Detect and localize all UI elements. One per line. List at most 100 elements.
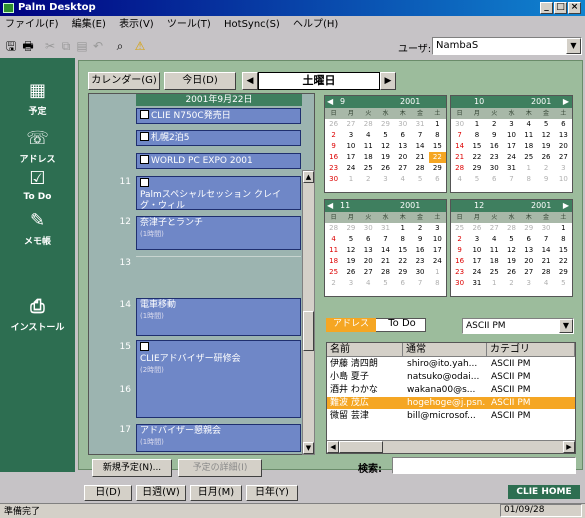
day-cell[interactable]: 21	[377, 256, 394, 267]
day-cell[interactable]: 29	[555, 267, 572, 278]
day-cell[interactable]: 9	[325, 141, 342, 152]
clie-home-logo[interactable]: CLIE HOME	[508, 485, 580, 499]
day-cell[interactable]: 5	[537, 119, 554, 130]
next-month-icon[interactable]: ▶	[563, 200, 569, 212]
day-cell[interactable]: 5	[342, 234, 359, 245]
day-cell[interactable]: 18	[360, 152, 377, 163]
day-cell[interactable]: 12	[342, 245, 359, 256]
day-cell[interactable]: 10	[468, 245, 485, 256]
day-cell[interactable]: 7	[537, 234, 554, 245]
prev-day-button[interactable]: ◀	[242, 72, 258, 90]
day-cell[interactable]: 9	[451, 245, 468, 256]
day-cell[interactable]: 10	[429, 234, 446, 245]
day-cell[interactable]: 2	[537, 163, 554, 174]
day-cell[interactable]: 26	[377, 163, 394, 174]
day-cell[interactable]: 6	[520, 234, 537, 245]
day-cell[interactable]: 9	[411, 234, 428, 245]
day-cell[interactable]: 23	[325, 163, 342, 174]
day-cell[interactable]: 13	[555, 130, 572, 141]
day-cell[interactable]: 14	[411, 141, 428, 152]
day-cell[interactable]: 17	[342, 152, 359, 163]
day-cell[interactable]: 18	[325, 256, 342, 267]
day-cell[interactable]: 27	[555, 152, 572, 163]
tab-month-view[interactable]: 日月(M)	[190, 485, 242, 501]
day-cell[interactable]: 27	[342, 119, 359, 130]
event-details-button[interactable]: 予定の詳細(I)	[178, 459, 262, 477]
menu-help[interactable]: ヘルプ(H)	[288, 16, 343, 34]
day-cell[interactable]: 26	[537, 152, 554, 163]
day-cell[interactable]: 1	[342, 174, 359, 185]
paste-icon[interactable]: ▤	[74, 38, 90, 54]
day-cell[interactable]: 1	[486, 278, 503, 289]
day-cell[interactable]: 8	[429, 278, 446, 289]
day-cell[interactable]: 21	[411, 152, 428, 163]
day-cell[interactable]: 1	[468, 119, 485, 130]
menu-file[interactable]: ファイル(F)	[0, 16, 64, 34]
close-button[interactable]: ×	[568, 2, 581, 14]
day-cell[interactable]: 4	[520, 119, 537, 130]
day-cell[interactable]: 7	[411, 278, 428, 289]
find-icon[interactable]: ⌕	[112, 38, 128, 54]
scroll-right-icon[interactable]: ▶	[563, 441, 575, 453]
day-cell[interactable]: 23	[411, 256, 428, 267]
user-select[interactable]: NambaS ▼	[432, 37, 582, 55]
day-cell[interactable]: 15	[429, 141, 446, 152]
day-cell[interactable]: 16	[486, 141, 503, 152]
day-cell[interactable]: 23	[451, 267, 468, 278]
day-cell[interactable]: 22	[468, 152, 485, 163]
day-cell[interactable]: 2	[503, 278, 520, 289]
day-cell[interactable]: 26	[342, 267, 359, 278]
day-cell[interactable]: 29	[429, 163, 446, 174]
day-cell[interactable]: 13	[394, 141, 411, 152]
alarm-icon[interactable]: ⚠	[132, 38, 148, 54]
day-cell[interactable]: 27	[520, 267, 537, 278]
day-cell[interactable]: 28	[360, 119, 377, 130]
day-cell[interactable]: 2	[360, 174, 377, 185]
day-cell[interactable]: 24	[342, 163, 359, 174]
day-cell[interactable]: 27	[360, 267, 377, 278]
day-cell[interactable]: 30	[325, 174, 342, 185]
prev-month-icon[interactable]: ◀	[327, 200, 333, 212]
day-cell[interactable]: 1	[555, 223, 572, 234]
scroll-left-icon[interactable]: ◀	[327, 441, 339, 453]
day-cell[interactable]: 30	[451, 278, 468, 289]
day-cell[interactable]: 30	[451, 119, 468, 130]
day-cell[interactable]: 27	[394, 163, 411, 174]
column-header-contact[interactable]: 通常	[403, 343, 487, 357]
day-cell[interactable]: 4	[360, 278, 377, 289]
day-cell[interactable]: 8	[394, 234, 411, 245]
day-cell[interactable]: 8	[429, 130, 446, 141]
day-cell[interactable]: 14	[451, 141, 468, 152]
day-cell[interactable]: 28	[451, 163, 468, 174]
day-cell[interactable]: 30	[411, 267, 428, 278]
menu-edit[interactable]: 編集(E)	[67, 16, 111, 34]
menu-view[interactable]: 表示(V)	[114, 16, 159, 34]
day-cell[interactable]: 7	[451, 130, 468, 141]
month-oct[interactable]: 10 2001 ▶ 日月火水木金土 30 1 2 3 4 5 6 7 8 9 10 11 12 13 14 15 16…	[450, 95, 573, 193]
day-cell[interactable]: 30	[486, 163, 503, 174]
search-input[interactable]	[392, 457, 576, 474]
day-cell[interactable]: 6	[429, 174, 446, 185]
day-cell[interactable]: 14	[377, 245, 394, 256]
day-cell[interactable]: 8	[468, 130, 485, 141]
day-cell[interactable]: 4	[537, 278, 554, 289]
day-cell[interactable]: 29	[342, 223, 359, 234]
cut-icon[interactable]: ✂	[42, 38, 58, 54]
day-cell[interactable]: 29	[520, 223, 537, 234]
day-cell[interactable]: 4	[451, 174, 468, 185]
minimize-button[interactable]: _	[540, 2, 553, 14]
prev-month-icon[interactable]: ◀	[327, 96, 333, 108]
category-select[interactable]: ASCII PM ▼	[462, 318, 574, 334]
tab-day-view[interactable]: 日(D)	[84, 485, 132, 501]
tab-year-view[interactable]: 日年(Y)	[246, 485, 298, 501]
day-cell[interactable]: 12	[503, 245, 520, 256]
today-button[interactable]: 今日(D)	[164, 72, 236, 90]
day-cell[interactable]: 6	[486, 174, 503, 185]
day-cell[interactable]: 5	[468, 174, 485, 185]
day-cell[interactable]: 5	[503, 234, 520, 245]
maximize-button[interactable]: □	[554, 2, 567, 14]
menu-hotsync[interactable]: HotSync(S)	[219, 16, 285, 34]
table-row[interactable]: 酒井 わかな wakana00@s... ASCII PM	[327, 384, 575, 396]
day-cell[interactable]: 3	[555, 163, 572, 174]
day-cell[interactable]: 31	[377, 223, 394, 234]
